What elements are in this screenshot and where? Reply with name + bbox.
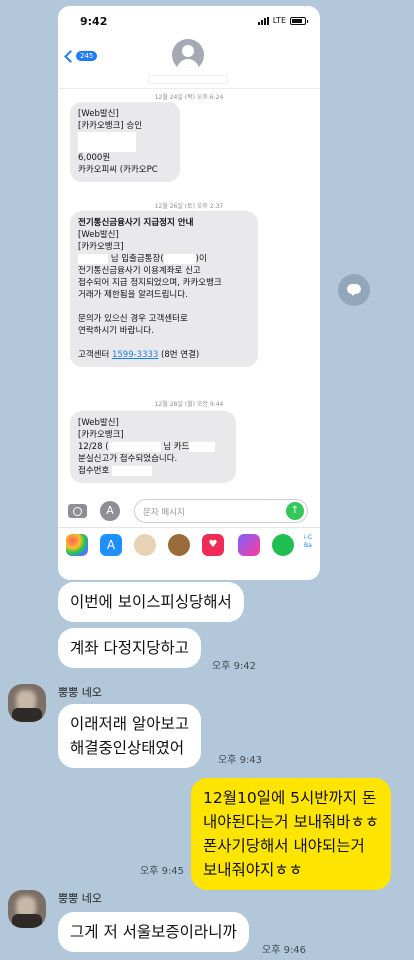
sms-blank-line bbox=[78, 301, 250, 313]
message-line: 12월10일에 5시반까지 돈 bbox=[203, 789, 377, 807]
sms-blank-line bbox=[78, 337, 250, 349]
app-store-app-icon: A bbox=[100, 534, 122, 556]
sms-screenshot-image[interactable]: 9:42 LTE 245 12월 24일 (목) 오후 6:24 [Web발신]… bbox=[58, 6, 320, 580]
sms-timestamp: 12월 24일 (목) 오후 6:24 bbox=[154, 94, 224, 101]
chat-bubble-received: 그게 저 서울보증이라니까 bbox=[58, 912, 249, 952]
message-text: 계좌 다정지당하고 bbox=[70, 639, 190, 657]
chat-bubble-received: 이번에 보이스피싱당해서 bbox=[58, 582, 244, 622]
back-button: 245 bbox=[64, 49, 98, 63]
message-line: 해결중인상태였어 bbox=[70, 739, 185, 757]
sms-line: [카카오뱅크] bbox=[78, 242, 124, 252]
message-text: 이번에 보이스피싱당해서 bbox=[70, 593, 232, 611]
app-store-icon: A bbox=[100, 501, 120, 521]
sms-line: 전기통신금융사기 이용계좌로 신고 bbox=[78, 266, 201, 276]
photos-app-icon bbox=[66, 534, 88, 556]
contact-avatar bbox=[172, 39, 204, 71]
imessage-app-bar: A ♥ i-C Ba bbox=[58, 527, 320, 561]
signal-icon bbox=[257, 16, 269, 25]
sms-line: 문의가 있으신 경우 고객센터로 bbox=[78, 314, 188, 324]
sms-fragment: 님 입출금통장( bbox=[110, 254, 164, 264]
message-line: 폰사기당해서 내야되는거 bbox=[203, 837, 365, 855]
sms-line: [Web발신] bbox=[78, 230, 119, 240]
sms-bubble-approval: [Web발신] [카카오뱅크] 승인 6,000원 카카오피씨 (카카오PC bbox=[70, 102, 180, 182]
sms-title: 전기통신금융사기 지급정지 안내 bbox=[78, 218, 194, 228]
sms-fragment: 12/28 ( bbox=[78, 442, 109, 452]
sms-line: 12/28 ( 님 카드 bbox=[78, 441, 228, 453]
status-bar: 9:42 LTE bbox=[58, 6, 320, 34]
sms-line: 고객센터 1599-3333 (8번 연결) bbox=[78, 349, 250, 361]
sms-line: [Web발신] bbox=[78, 418, 119, 428]
sms-timestamp: 12월 28일 (월) 오전 9:44 bbox=[154, 401, 224, 408]
more-apps-label: i-C Ba bbox=[304, 534, 320, 556]
header-divider bbox=[58, 88, 320, 89]
sms-timestamp: 12월 26일 (토) 오후 2:37 bbox=[154, 203, 224, 210]
sender-name: 뿡뿡 네오 bbox=[58, 892, 102, 905]
chat-bubble-received: 계좌 다정지당하고 bbox=[58, 628, 202, 668]
sms-bubble-card-lost: [Web발신] [카카오뱅크] 12/28 ( 님 카드 분실신고가 접수되었습… bbox=[70, 411, 236, 483]
sms-line: 접수되어 지급 정지되었으며, 카카오뱅크 bbox=[78, 278, 222, 288]
music-app-icon bbox=[238, 534, 260, 556]
message-field: ↑ bbox=[134, 499, 308, 524]
share-icon[interactable] bbox=[338, 274, 370, 306]
animoji-icon bbox=[168, 534, 190, 556]
message-time: 오후 9:42 bbox=[212, 661, 257, 672]
memoji-icon bbox=[134, 534, 156, 556]
sms-line: 연락하시기 바랍니다. bbox=[78, 326, 154, 336]
message-time: 오후 9:46 bbox=[262, 945, 307, 956]
digital-touch-icon: ♥ bbox=[202, 534, 224, 556]
sms-fragment: 접수번호 bbox=[78, 466, 110, 476]
message-text: 그게 저 서울보증이라니까 bbox=[70, 923, 237, 941]
call-center-suffix: (8번 연결) bbox=[161, 350, 200, 360]
sms-line: 6,000원 bbox=[78, 153, 111, 163]
sms-line: [카카오뱅크] bbox=[78, 430, 124, 440]
message-input bbox=[135, 502, 275, 524]
message-line: 이래저래 알아보고 bbox=[70, 715, 190, 733]
sender-name: 뿡뿡 네오 bbox=[58, 686, 102, 699]
sms-line: [카카오뱅크] 승인 bbox=[78, 121, 143, 131]
sms-line: 분실신고가 접수되었습니다. bbox=[78, 454, 178, 464]
camera-icon bbox=[68, 504, 87, 518]
message-time: 오후 9:45 bbox=[140, 866, 185, 877]
call-center-label: 고객센터 bbox=[78, 350, 110, 360]
message-time: 오후 9:43 bbox=[218, 755, 263, 766]
contact-name-redacted bbox=[148, 75, 228, 84]
sms-fragment: 님 카드 bbox=[163, 442, 190, 452]
chat-bubble-sent: 12월10일에 5시반까지 돈 내야된다는거 보내줘바ㅎㅎ 폰사기당해서 내야되… bbox=[191, 778, 392, 890]
message-line: 내야된다는거 보내줘바ㅎㅎ bbox=[203, 813, 380, 831]
sms-bubble-suspension: 전기통신금융사기 지급정지 안내 [Web발신] [카카오뱅크] 님 입출금통장… bbox=[70, 211, 258, 367]
chat-bubble-received: 이래저래 알아보고 해결중인상태였어 bbox=[58, 704, 202, 768]
sms-line: 카카오피씨 (카카오PC bbox=[78, 165, 158, 175]
sms-line: 님 입출금통장( )이 bbox=[78, 253, 250, 265]
status-indicators: LTE bbox=[257, 16, 308, 25]
message-composer: A ↑ bbox=[58, 497, 320, 527]
sms-line: 접수번호 bbox=[78, 465, 228, 477]
sms-fragment: )이 bbox=[195, 254, 207, 264]
chevron-left-icon bbox=[64, 49, 77, 63]
battery-icon bbox=[290, 16, 308, 25]
message-line: 보내줘야지ㅎㅎ bbox=[203, 861, 303, 879]
unread-count-badge: 245 bbox=[76, 51, 98, 61]
status-time: 9:42 bbox=[80, 15, 108, 28]
sms-redacted-line bbox=[78, 132, 172, 152]
phone-link[interactable]: 1599-3333 bbox=[112, 350, 158, 360]
sms-line: 거래가 제한됨을 알려드립니다. bbox=[78, 290, 188, 300]
sender-avatar[interactable] bbox=[8, 684, 46, 722]
clock-app-icon bbox=[272, 534, 294, 556]
carrier-label: LTE bbox=[272, 16, 286, 25]
sms-line: [Web발신] bbox=[78, 109, 119, 119]
send-arrow-icon: ↑ bbox=[286, 502, 304, 520]
sender-avatar[interactable] bbox=[8, 890, 46, 928]
